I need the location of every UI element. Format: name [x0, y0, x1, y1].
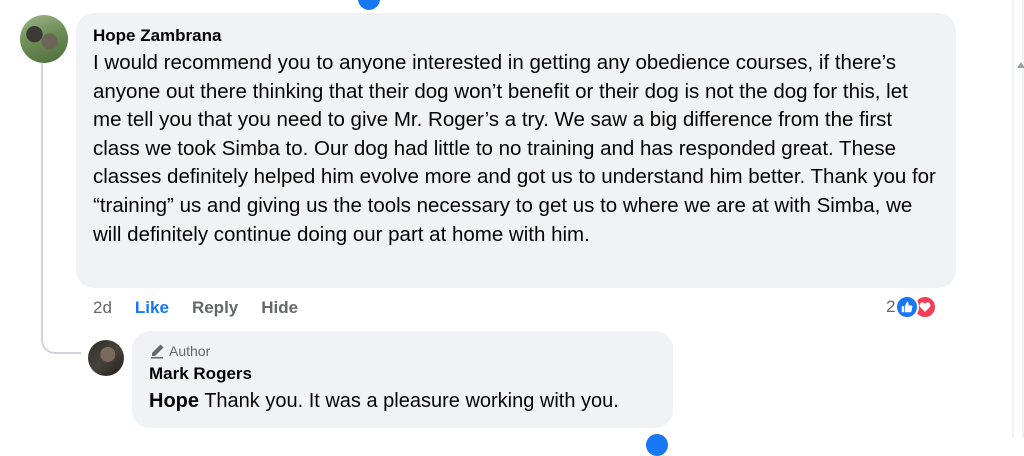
like-button[interactable]: Like — [135, 296, 169, 320]
comment-timestamp[interactable]: 2d — [93, 296, 112, 320]
comment-text: I would recommend you to anyone interest… — [93, 51, 936, 246]
reaction-dot-bottom — [646, 434, 668, 456]
avatar[interactable] — [20, 15, 68, 63]
scroll-up-arrow-icon[interactable] — [1017, 62, 1024, 68]
author-badge-label: Author — [169, 343, 211, 359]
reaction-summary[interactable]: 2 — [886, 295, 938, 319]
comment-bubble: Hope Zambrana I would recommend you to a… — [76, 13, 956, 288]
pencil-icon — [151, 344, 164, 359]
reply-author-name[interactable]: Mark Rogers — [149, 363, 657, 385]
reply-body: Thank you. It was a pleasure working wit… — [199, 390, 619, 412]
hide-button[interactable]: Hide — [261, 296, 298, 320]
reply-bubble: Author Mark Rogers Hope Thank you. It wa… — [132, 331, 673, 428]
avatar[interactable] — [88, 340, 124, 376]
comment-author-name[interactable]: Hope Zambrana — [93, 25, 940, 47]
thread-connector-line — [41, 63, 81, 354]
reaction-dot-top — [358, 0, 380, 10]
comment-actions: 2d Like Reply Hide — [93, 296, 321, 320]
author-badge: Author — [149, 341, 657, 361]
reply-button[interactable]: Reply — [192, 296, 238, 320]
reply-text: Hope Thank you. It was a pleasure workin… — [149, 387, 657, 415]
reaction-count: 2 — [886, 297, 896, 316]
mention-link[interactable]: Hope — [149, 390, 199, 412]
